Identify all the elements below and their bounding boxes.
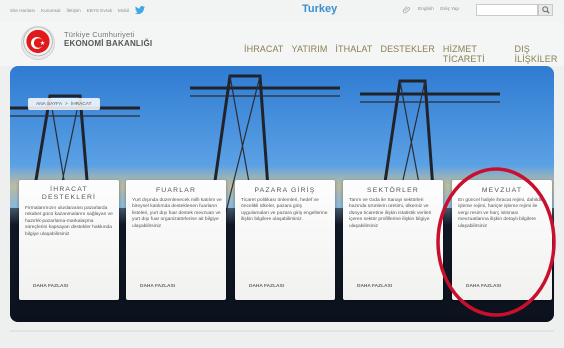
card-title-line2: DESTEKLERİ — [41, 194, 97, 201]
top-link-mobile[interactable]: Mobil — [118, 8, 129, 13]
card-sectors[interactable]: SEKTÖRLER Tarım ve Gıda ile Sanayi sektö… — [343, 180, 443, 300]
more-link[interactable]: DAHA FAZLASI — [249, 284, 284, 289]
card-body: Yurt dışında düzenlenecek milli katılım … — [132, 198, 222, 229]
card-body: Tarım ve Gıda ile Sanayi sektörleri bazı… — [349, 198, 432, 229]
card-title: PAZARA GİRİŞ — [254, 187, 316, 194]
card-legislation[interactable]: MEVZUAT En güncel haliyle ihracat rejimi… — [452, 180, 552, 300]
breadcrumb: ANA SAYFA > İHRACAT — [28, 98, 100, 110]
page-bottom — [0, 322, 564, 348]
main-nav: İHRACAT YATIRIM İTHALAT DESTEKLER HİZMET… — [244, 44, 564, 64]
language-login: English Giriş Yap — [402, 5, 459, 14]
breadcrumb-separator: > — [65, 101, 68, 107]
top-link-corporate[interactable]: Kurumsal — [41, 8, 60, 13]
nav-item-investment[interactable]: YATIRIM — [292, 44, 328, 64]
top-link-ebys[interactable]: EBYS Evrak — [87, 8, 112, 13]
nav-item-service-trade[interactable]: HİZMET TİCARETİ — [443, 44, 507, 64]
nav-item-supports[interactable]: DESTEKLER — [380, 44, 434, 64]
search-icon — [541, 6, 550, 14]
card-title: SEKTÖRLER — [367, 187, 419, 194]
org-name-line1: Türkiye Cumhuriyeti — [64, 30, 135, 39]
card-title: İHRACAT — [50, 186, 88, 193]
nav-item-import[interactable]: İTHALAT — [335, 44, 372, 64]
card-body: Firmalarımızın uluslararası pazarlarda r… — [25, 206, 113, 237]
card-title: FUARLAR — [155, 187, 197, 194]
card-body: En güncel haliyle ihracat rejimi, dahild… — [458, 198, 543, 229]
card-market-entry[interactable]: PAZARA GİRİŞ Ticaret politikası önlemler… — [235, 180, 335, 300]
top-link-site-map[interactable]: Site Haritası — [10, 8, 35, 13]
paperclip-icon[interactable] — [402, 5, 412, 14]
top-links: Site Haritası Kurumsal İletişim EBYS Evr… — [10, 6, 145, 14]
crescent-star-icon — [31, 37, 45, 49]
org-name-line2: EKONOMİ BAKANLIĞI — [64, 39, 153, 48]
top-utility-bar: Site Haritası Kurumsal İletişim EBYS Evr… — [0, 0, 564, 23]
nav-item-export[interactable]: İHRACAT — [244, 44, 284, 64]
twitter-icon[interactable] — [135, 6, 145, 14]
more-link[interactable]: DAHA FAZLASI — [33, 284, 68, 289]
breadcrumb-home[interactable]: ANA SAYFA — [36, 102, 62, 107]
more-link[interactable]: DAHA FAZLASI — [466, 284, 501, 289]
ministry-logo[interactable] — [22, 27, 54, 59]
site-header: Türkiye Cumhuriyeti EKONOMİ BAKANLIĞI İH… — [0, 22, 564, 66]
card-title: MEVZUAT — [481, 187, 523, 194]
breadcrumb-current: İHRACAT — [70, 101, 92, 107]
top-link-contact[interactable]: İletişim — [66, 8, 80, 13]
card-body: Ticaret politikası önlemleri, hedef ve ö… — [241, 198, 328, 223]
login-link[interactable]: Giriş Yap — [440, 7, 459, 12]
card-fairs[interactable]: FUARLAR Yurt dışında düzenlenecek milli … — [126, 180, 226, 300]
english-link[interactable]: English — [418, 7, 434, 12]
search-input[interactable] — [476, 4, 538, 16]
card-export-supports[interactable]: İHRACAT DESTEKLERİ Firmalarımızın ulusla… — [19, 180, 119, 300]
nav-item-foreign-relations[interactable]: DIŞ İLİŞKİLER — [515, 44, 564, 64]
turkey-brand-label[interactable]: Turkey — [302, 3, 337, 15]
footer-divider — [10, 330, 554, 332]
more-link[interactable]: DAHA FAZLASI — [357, 284, 392, 289]
search-button[interactable] — [538, 4, 553, 16]
more-link[interactable]: DAHA FAZLASI — [140, 284, 175, 289]
